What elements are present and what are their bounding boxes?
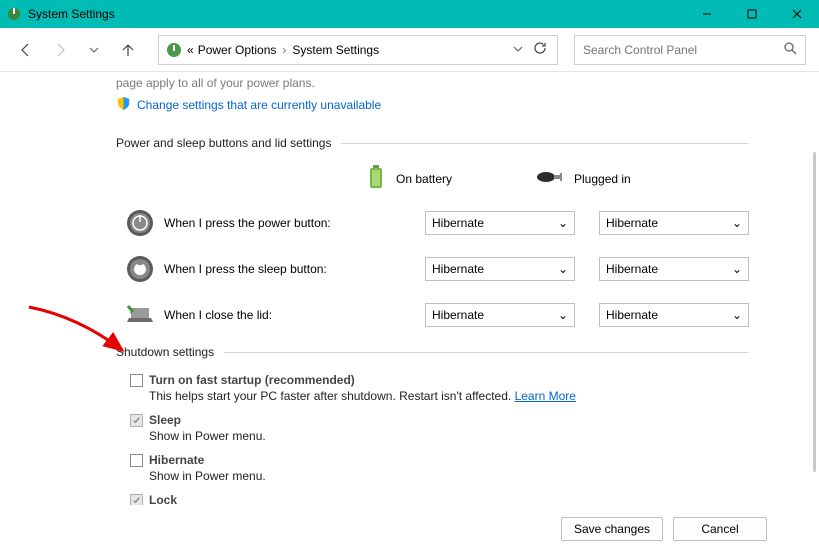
search-box[interactable] [574,35,806,65]
chevron-down-icon: ⌄ [558,308,568,322]
hibernate-checkbox[interactable] [130,454,143,467]
lock-checkbox[interactable] [130,494,143,506]
section-header-shutdown: Shutdown settings [116,345,749,359]
save-changes-button[interactable]: Save changes [561,517,663,541]
close-lid-battery-select[interactable]: Hibernate⌄ [425,303,575,327]
on-battery-header: On battery [366,164,536,193]
shutdown-section-title: Shutdown settings [116,345,214,359]
sleep-item: Sleep Show in Power menu. [130,413,749,443]
chevron-down-icon: ⌄ [732,216,742,230]
content: page apply to all of your power plans. C… [0,72,819,505]
recent-dropdown[interactable] [80,36,108,64]
section-header: Power and sleep buttons and lid settings [116,136,749,150]
up-button[interactable] [114,36,142,64]
shield-link[interactable]: Change settings that are currently unava… [116,96,749,114]
laptop-lid-icon [124,299,156,331]
fast-startup-item: Turn on fast startup (recommended) This … [130,373,749,403]
back-button[interactable] [12,36,40,64]
chevron-down-icon: ⌄ [732,262,742,276]
sleep-checkbox[interactable] [130,414,143,427]
chevron-down-icon[interactable] [513,43,523,57]
breadcrumb-item[interactable]: System Settings [292,43,379,57]
breadcrumb[interactable]: « Power Options › System Settings [158,35,558,65]
refresh-icon[interactable] [533,41,547,58]
titlebar: System Settings [0,0,819,28]
cancel-button[interactable]: Cancel [673,517,767,541]
hibernate-item: Hibernate Show in Power menu. [130,453,749,483]
power-button-icon [124,207,156,239]
breadcrumb-prefix: « [187,43,194,57]
navbar: « Power Options › System Settings [0,28,819,72]
maximize-button[interactable] [729,0,774,28]
change-settings-link[interactable]: Change settings that are currently unava… [137,98,381,112]
forward-button[interactable] [46,36,74,64]
power-button-battery-select[interactable]: Hibernate⌄ [425,211,575,235]
shield-icon [116,96,131,114]
footer: Save changes Cancel [0,505,819,553]
power-plan-icon [165,41,183,59]
search-icon[interactable] [783,41,797,58]
breadcrumb-item[interactable]: Power Options [198,43,277,57]
sleep-button-plugged-select[interactable]: Hibernate⌄ [599,257,749,281]
power-button-row: When I press the power button: Hibernate… [116,207,749,239]
power-button-plugged-select[interactable]: Hibernate⌄ [599,211,749,235]
close-lid-plugged-select[interactable]: Hibernate⌄ [599,303,749,327]
plugged-in-header: Plugged in [536,168,706,189]
lock-item: Lock Show in account picture menu. [130,493,749,505]
window-title: System Settings [28,7,684,21]
chevron-down-icon: ⌄ [732,308,742,322]
sleep-button-icon [124,253,156,285]
sleep-button-battery-select[interactable]: Hibernate⌄ [425,257,575,281]
learn-more-link[interactable]: Learn More [515,389,576,403]
scrollbar[interactable] [813,152,816,472]
battery-icon [366,164,386,193]
chevron-down-icon: ⌄ [558,216,568,230]
chevron-right-icon: › [282,43,286,57]
power-options-icon [6,6,22,22]
sleep-button-row: When I press the sleep button: Hibernate… [116,253,749,285]
chevron-down-icon: ⌄ [558,262,568,276]
close-button[interactable] [774,0,819,28]
fast-startup-checkbox[interactable] [130,374,143,387]
close-lid-row: When I close the lid: Hibernate⌄ Hiberna… [116,299,749,331]
plug-icon [536,168,564,189]
truncated-text: page apply to all of your power plans. [116,76,749,90]
minimize-button[interactable] [684,0,729,28]
section-title: Power and sleep buttons and lid settings [116,136,331,150]
search-input[interactable] [583,43,783,57]
